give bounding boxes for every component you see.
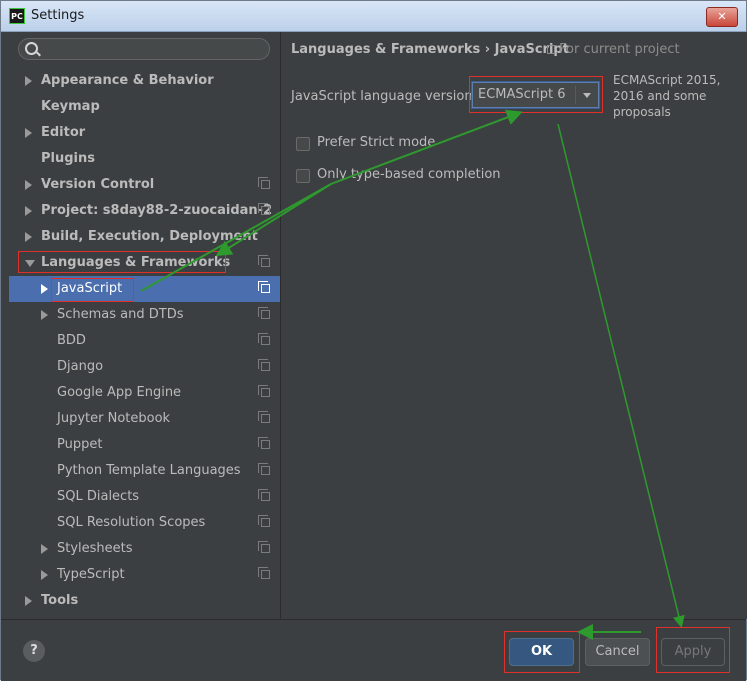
sidebar-item-keymap[interactable]: Keymap — [9, 94, 280, 120]
sidebar-item-label: Languages & Frameworks — [41, 255, 231, 270]
sidebar-item-label: JavaScript — [57, 281, 123, 296]
prefer-strict-checkbox[interactable] — [296, 137, 310, 151]
breadcrumb: Languages & Frameworks › JavaScript — [291, 42, 569, 57]
sidebar-item-django[interactable]: Django — [9, 354, 280, 380]
language-version-value: ECMAScript 6 — [478, 87, 566, 102]
sidebar-item-build-execution-deployment[interactable]: Build, Execution, Deployment — [9, 224, 280, 250]
project-scope-icon — [258, 437, 270, 449]
settings-sidebar: Appearance & Behavior Keymap Editor Plugins… — [9, 32, 280, 619]
sidebar-item-languages-frameworks[interactable]: Languages & Frameworks — [9, 250, 280, 276]
project-scope-icon — [258, 489, 270, 501]
sidebar-item-label: Jupyter Notebook — [57, 411, 171, 426]
sidebar-item-bdd[interactable]: BDD — [9, 328, 280, 354]
cancel-button[interactable]: Cancel — [585, 638, 650, 666]
project-scope-icon — [258, 411, 270, 423]
sidebar-item-label: Stylesheets — [57, 541, 133, 556]
sidebar-item-label: Plugins — [41, 151, 95, 166]
settings-window: PC Settings ✕ Appearance & Behavior Keyma… — [0, 0, 747, 681]
sidebar-item-appearance-behavior[interactable]: Appearance & Behavior — [9, 68, 280, 94]
project-scope-icon — [258, 515, 270, 527]
sidebar-item-label: Django — [57, 359, 104, 374]
sidebar-item-label: SQL Resolution Scopes — [57, 515, 206, 530]
project-scope-icon — [258, 177, 270, 189]
project-scope-icon — [258, 359, 270, 371]
sidebar-item-label: TypeScript — [57, 567, 125, 582]
project-scope-icon — [258, 385, 270, 397]
sidebar-item-schemas-and-dtds[interactable]: Schemas and DTDs — [9, 302, 280, 328]
apply-button[interactable]: Apply — [661, 638, 725, 666]
sidebar-item-jupyter-notebook[interactable]: Jupyter Notebook — [9, 406, 280, 432]
project-scope-icon — [258, 333, 270, 345]
sidebar-item-google-app-engine[interactable]: Google App Engine — [9, 380, 280, 406]
dropdown-separator — [575, 86, 576, 104]
scope-label: For current project — [559, 42, 680, 57]
dialog-footer: ? OK Cancel Apply — [1, 619, 746, 681]
sidebar-item-label: Build, Execution, Deployment — [41, 229, 258, 244]
project-scope-icon — [258, 541, 270, 553]
sidebar-item-stylesheets[interactable]: Stylesheets — [9, 536, 280, 562]
sidebar-item-javascript[interactable]: JavaScript — [9, 276, 280, 302]
sidebar-item-label: BDD — [57, 333, 86, 348]
chevron-right-icon[interactable] — [25, 232, 32, 242]
sidebar-item-tools[interactable]: Tools — [9, 588, 280, 614]
chevron-right-icon[interactable] — [41, 284, 48, 294]
ok-button[interactable]: OK — [509, 638, 574, 666]
sidebar-item-sql-dialects[interactable]: SQL Dialects — [9, 484, 280, 510]
chevron-right-icon[interactable] — [41, 310, 48, 320]
sidebar-item-label: SQL Dialects — [57, 489, 140, 504]
project-scope-icon — [258, 567, 270, 579]
project-scope-icon — [547, 45, 555, 54]
sidebar-item-python-template-languages[interactable]: Python Template Languages — [9, 458, 280, 484]
language-version-description: ECMAScript 2015, 2016 and some proposals — [613, 73, 721, 119]
sidebar-item-label: Puppet — [57, 437, 103, 452]
sidebar-item-label: Appearance & Behavior — [41, 73, 214, 88]
chevron-right-icon[interactable] — [25, 596, 32, 606]
sidebar-item-project-s8day88-2-zuocaidan-2[interactable]: Project: s8day88-2-zuocaidan-2 — [9, 198, 280, 224]
help-button[interactable]: ? — [23, 640, 45, 662]
project-scope-icon — [258, 307, 270, 319]
chevron-down-icon[interactable] — [25, 260, 35, 267]
scope-note: For current project — [547, 42, 680, 57]
project-scope-icon — [258, 255, 270, 267]
close-button[interactable]: ✕ — [706, 7, 738, 27]
sidebar-item-label: Version Control — [41, 177, 155, 192]
settings-content: Languages & Frameworks › JavaScript For … — [281, 32, 747, 619]
sidebar-item-label: Tools — [41, 593, 79, 608]
window-title: Settings — [31, 8, 85, 23]
language-version-label: JavaScript language version — [291, 89, 473, 104]
sidebar-item-sql-resolution-scopes[interactable]: SQL Resolution Scopes — [9, 510, 280, 536]
sidebar-item-label: Project: s8day88-2-zuocaidan-2 — [41, 203, 273, 218]
sidebar-item-label: Python Template Languages — [57, 463, 241, 478]
pycharm-app-icon: PC — [9, 8, 25, 24]
sidebar-item-label: Editor — [41, 125, 86, 140]
project-scope-icon — [258, 203, 270, 215]
project-scope-icon — [258, 281, 270, 293]
chevron-right-icon[interactable] — [25, 76, 32, 86]
sidebar-item-label: Keymap — [41, 99, 100, 114]
chevron-right-icon[interactable] — [41, 570, 48, 580]
search-icon — [25, 42, 38, 55]
chevron-right-icon[interactable] — [25, 206, 32, 216]
type-based-completion-checkbox[interactable] — [296, 169, 310, 183]
sidebar-item-plugins[interactable]: Plugins — [9, 146, 280, 172]
sidebar-item-editor[interactable]: Editor — [9, 120, 280, 146]
title-bar: PC Settings ✕ — [1, 1, 746, 32]
chevron-right-icon[interactable] — [41, 544, 48, 554]
type-based-completion-label[interactable]: Only type-based completion — [317, 167, 501, 182]
search-input[interactable] — [18, 38, 270, 60]
prefer-strict-label[interactable]: Prefer Strict mode — [317, 135, 435, 150]
sidebar-item-label: Google App Engine — [57, 385, 182, 400]
project-scope-icon — [258, 463, 270, 475]
sidebar-item-version-control[interactable]: Version Control — [9, 172, 280, 198]
chevron-right-icon[interactable] — [25, 180, 32, 190]
sidebar-item-typescript[interactable]: TypeScript — [9, 562, 280, 588]
sidebar-item-puppet[interactable]: Puppet — [9, 432, 280, 458]
language-version-dropdown[interactable]: ECMAScript 6 — [472, 82, 599, 108]
chevron-right-icon[interactable] — [25, 128, 32, 138]
sidebar-item-label: Schemas and DTDs — [57, 307, 184, 322]
chevron-down-icon[interactable] — [583, 93, 591, 98]
